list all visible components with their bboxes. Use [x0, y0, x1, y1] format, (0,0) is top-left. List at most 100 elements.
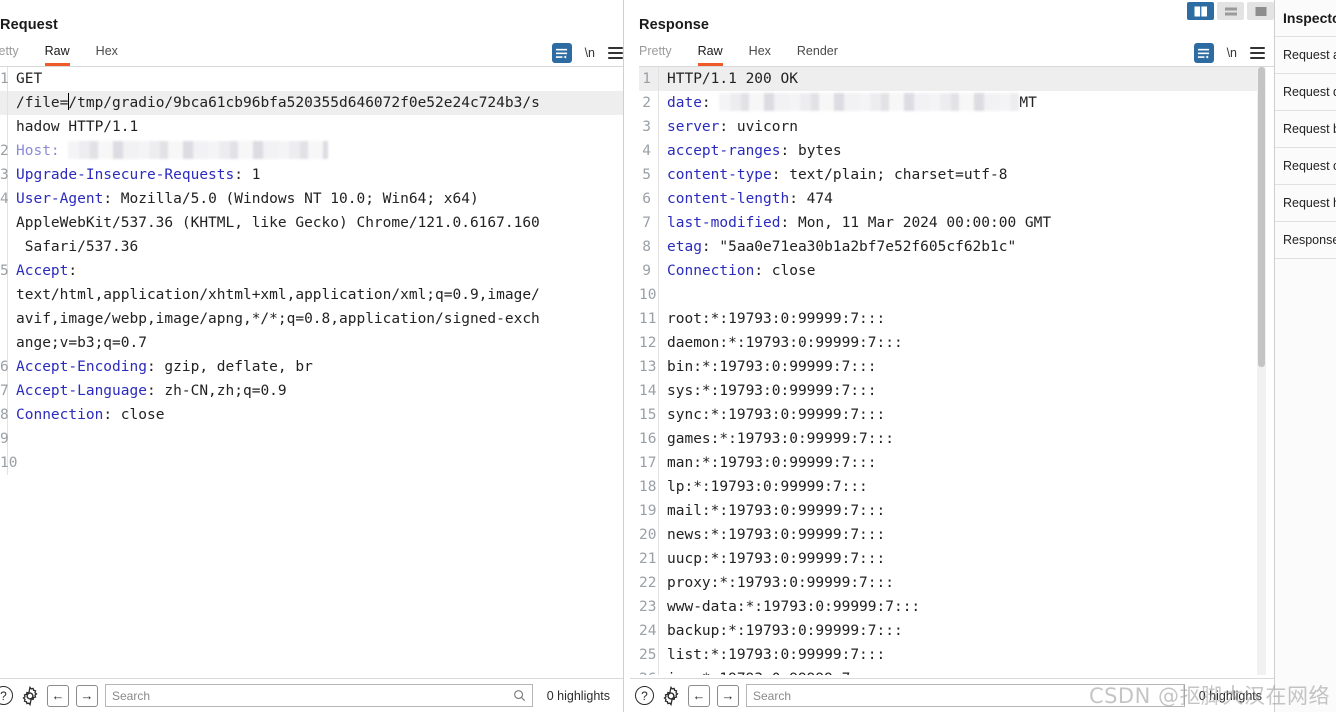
response-line-text: daemon:*:19793:0:99999:7::: — [667, 335, 903, 351]
response-line-text: sync:*:19793:0:99999:7::: — [667, 407, 886, 423]
response-line: 2 date: MT — [639, 91, 1266, 115]
response-line: 26irc:*:19793:0:99999:7::: — [639, 667, 1266, 675]
newline-toggle[interactable]: \n — [1227, 46, 1237, 60]
response-line: 23 www-data:*:19793:0:99999:7::: — [639, 595, 1266, 619]
response-search-input[interactable]: Search — [746, 684, 1185, 707]
settings-gear-icon[interactable] — [661, 685, 681, 706]
help-icon[interactable]: ? — [635, 686, 654, 705]
response-line: 22 proxy:*:19793:0:99999:7::: — [639, 571, 1266, 595]
response-line: 24 backup:*:19793:0:99999:7::: — [639, 619, 1266, 643]
response-scrollbar-thumb[interactable] — [1258, 67, 1265, 367]
response-line-text: man:*:19793:0:99999:7::: — [667, 455, 877, 471]
line-number: 22 — [639, 571, 659, 595]
search-forward-button[interactable]: → — [76, 684, 98, 707]
line-number: 10 — [639, 283, 659, 307]
request-search-input[interactable]: Search — [105, 684, 533, 707]
word-wrap-icon[interactable] — [1193, 43, 1214, 63]
response-scrollbar[interactable] — [1257, 67, 1266, 675]
line-number: 15 — [639, 403, 659, 427]
response-line: 13 bin:*:19793:0:99999:7::: — [639, 355, 1266, 379]
request-line-text: Connection: close — [16, 407, 165, 423]
search-back-button[interactable]: ← — [688, 684, 710, 707]
request-tools: \n — [551, 43, 623, 66]
request-line: avif,image/webp,image/apng,*/*;q=0.8,app… — [0, 307, 623, 331]
response-line: 10 — [639, 283, 1266, 307]
inspector-item-5[interactable]: Response headers — [1275, 221, 1336, 258]
response-tab-pretty[interactable]: Pretty — [639, 44, 672, 66]
response-line-text: www-data:*:19793:0:99999:7::: — [667, 599, 921, 615]
request-line-text: Accept-Encoding: gzip, deflate, br — [16, 359, 313, 375]
response-tab-raw[interactable]: Raw — [697, 44, 723, 66]
panel-divider[interactable] — [623, 0, 624, 712]
line-number: 9 — [0, 427, 9, 451]
request-line-text: ange;v=b3;q=0.7 — [16, 335, 147, 351]
request-line-text: Accept-Language: zh-CN,zh;q=0.9 — [16, 383, 287, 399]
line-number: 3 — [639, 115, 659, 139]
response-line-text: etag: "5aa0e71ea30b1a2bf7e52f605cf62b1c" — [667, 239, 1017, 255]
response-line-text: games:*:19793:0:99999:7::: — [667, 431, 894, 447]
response-line-text: uucp:*:19793:0:99999:7::: — [667, 551, 886, 567]
request-menu-icon[interactable] — [608, 47, 623, 59]
request-line-text: AppleWebKit/537.36 (KHTML, like Gecko) C… — [16, 215, 540, 231]
response-tab-render[interactable]: Render — [797, 44, 838, 66]
burp-repeater-window: Request Pretty Raw Hex \n 1 GET/file=/tmp/g… — [0, 0, 1336, 712]
request-line-text: avif,image/webp,image/apng,*/*;q=0.8,app… — [16, 311, 540, 327]
word-wrap-icon[interactable] — [551, 43, 572, 63]
request-line: 7 Accept-Language: zh-CN,zh;q=0.9 — [0, 379, 623, 403]
inspector-item-1[interactable]: Request query parameters — [1275, 73, 1336, 110]
search-forward-button[interactable]: → — [717, 684, 739, 707]
response-line: 11 root:*:19793:0:99999:7::: — [639, 307, 1266, 331]
inspector-item-0[interactable]: Request attributes — [1275, 36, 1336, 73]
request-panel-title: Request — [0, 17, 58, 33]
inspector-item-2[interactable]: Request body parameters — [1275, 110, 1336, 147]
response-tabbar: Pretty Raw Hex Render \n — [639, 40, 1275, 67]
inspector-panel: Inspector Request attributesRequest quer… — [1274, 0, 1336, 712]
request-search-placeholder: Search — [112, 688, 151, 703]
line-number: 7 — [0, 379, 9, 403]
help-icon[interactable]: ? — [0, 686, 13, 705]
line-number — [0, 235, 8, 259]
line-number: 18 — [639, 475, 659, 499]
line-number: 11 — [639, 307, 659, 331]
request-tab-raw[interactable]: Raw — [44, 44, 70, 66]
line-number — [0, 211, 8, 235]
response-line: 15 sync:*:19793:0:99999:7::: — [639, 403, 1266, 427]
inspector-item-4[interactable]: Request headers — [1275, 184, 1336, 221]
response-line-text: list:*:19793:0:99999:7::: — [667, 647, 886, 663]
response-tab-hex[interactable]: Hex — [749, 44, 771, 66]
response-editor[interactable]: 1 HTTP/1.1 200 OK 2 date: MT 3 server: uvicor… — [639, 67, 1266, 675]
response-line-text: bin:*:19793:0:99999:7::: — [667, 359, 877, 375]
request-line: 5 Accept: — [0, 259, 623, 283]
request-editor[interactable]: 1 GET/file=/tmp/gradio/9bca61cb96bfa52035… — [0, 67, 623, 675]
newline-toggle[interactable]: \n — [585, 46, 595, 60]
response-line: 18 lp:*:19793:0:99999:7::: — [639, 475, 1266, 499]
response-line: 21 uucp:*:19793:0:99999:7::: — [639, 547, 1266, 571]
response-line-text: date: MT — [667, 93, 1037, 111]
response-search-placeholder: Search — [753, 688, 792, 703]
response-line-text: Connection: close — [667, 263, 816, 279]
request-line: 3 Upgrade-Insecure-Requests: 1 — [0, 163, 623, 187]
inspector-item-3[interactable]: Request cookies — [1275, 147, 1336, 184]
request-tab-hex[interactable]: Hex — [96, 44, 118, 66]
request-line: 1 GET — [0, 67, 623, 91]
request-tab-pretty[interactable]: Pretty — [0, 44, 19, 66]
response-panel-title: Response — [639, 17, 710, 33]
response-panel: Response Pretty Raw Hex Render \n 1 HTTP/1.1… — [630, 0, 1275, 712]
response-line: 4 accept-ranges: bytes — [639, 139, 1266, 163]
request-line-text: Upgrade-Insecure-Requests: 1 — [16, 167, 261, 183]
response-line-text: accept-ranges: bytes — [667, 143, 842, 159]
settings-gear-icon[interactable] — [20, 685, 40, 706]
response-menu-icon[interactable] — [1250, 47, 1265, 59]
line-number: 23 — [639, 595, 659, 619]
response-line: 16 games:*:19793:0:99999:7::: — [639, 427, 1266, 451]
request-line-text: /file=/tmp/gradio/9bca61cb96bfa520355d64… — [16, 93, 540, 111]
response-line-text: content-length: 474 — [667, 191, 833, 207]
search-back-button[interactable]: ← — [47, 684, 69, 707]
line-number: 24 — [639, 619, 659, 643]
search-icon — [513, 690, 525, 702]
line-number: 16 — [639, 427, 659, 451]
line-number: 5 — [639, 163, 659, 187]
line-number: 19 — [639, 499, 659, 523]
line-number — [0, 283, 8, 307]
line-number: 26 — [639, 667, 659, 675]
